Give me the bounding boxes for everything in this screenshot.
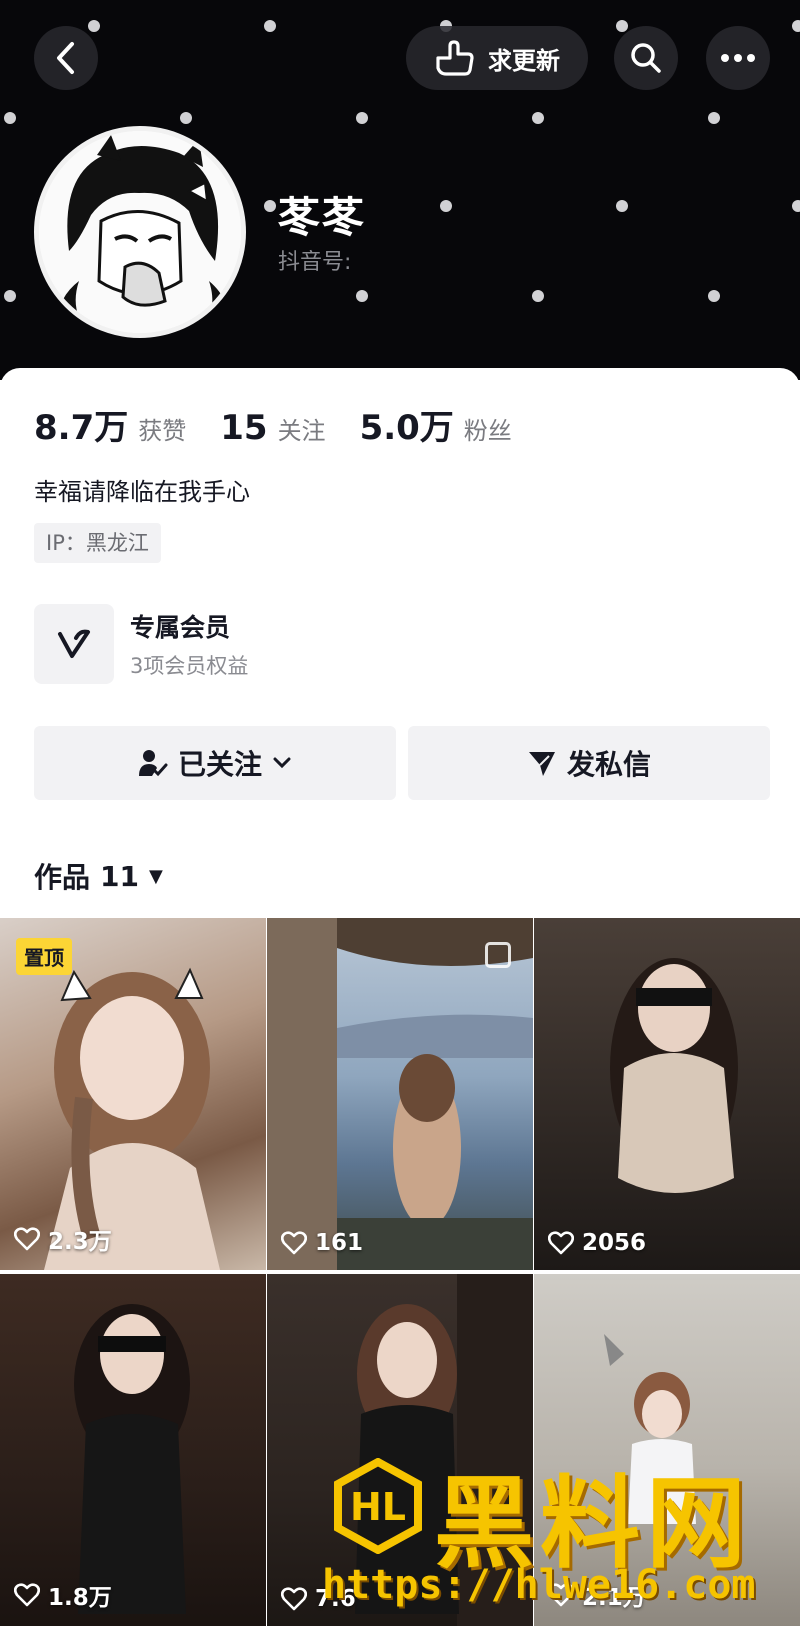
- back-button[interactable]: [34, 26, 98, 90]
- works-tab-label: 作品: [34, 861, 91, 894]
- tab-works[interactable]: 作品 11 ▼: [34, 856, 163, 896]
- video-tile[interactable]: 2056: [534, 918, 800, 1270]
- header-dot: [180, 112, 192, 124]
- likes-count-label: 2056: [582, 1230, 647, 1256]
- header-dot: [88, 20, 100, 32]
- likes-count-label: 1.8万: [48, 1585, 112, 1611]
- send-message-button[interactable]: 发私信: [408, 726, 770, 800]
- avatar-illustration: [39, 131, 241, 333]
- chevron-down-icon: [273, 757, 291, 769]
- works-count: 11: [100, 859, 139, 893]
- heart-icon: [281, 1587, 307, 1611]
- watermark-url: https://hlwe16.com: [322, 1562, 756, 1608]
- video-thumbnail: [267, 918, 533, 1270]
- ip-location-tag: IP：黑龙江: [34, 523, 161, 563]
- watermark-logo-text: HL: [350, 1485, 406, 1529]
- followed-button[interactable]: 已关注: [34, 726, 396, 800]
- send-message-label: 发私信: [566, 748, 651, 781]
- header-dot: [264, 20, 276, 32]
- heart-icon: [14, 1227, 40, 1251]
- profile-header: 求更新 苳苳 抖音号:: [0, 0, 800, 380]
- watermark-logo-icon: HL: [334, 1458, 422, 1554]
- header-dot: [792, 200, 800, 212]
- search-icon: [631, 43, 661, 73]
- header-dot: [532, 290, 544, 302]
- followers-count[interactable]: 5.0万: [360, 400, 454, 449]
- membership-title[interactable]: 专属会员: [130, 608, 230, 644]
- heart-icon: [14, 1583, 40, 1607]
- pinned-badge: 置顶: [16, 938, 72, 975]
- likes-count-label: 161: [315, 1230, 364, 1256]
- header-dot: [792, 20, 800, 32]
- request-update-label: 求更新: [488, 46, 560, 75]
- paper-plane-icon: [528, 752, 555, 776]
- followers-label[interactable]: 粉丝: [464, 411, 512, 446]
- select-checkbox[interactable]: [485, 942, 511, 968]
- chevron-left-icon: [57, 42, 74, 74]
- membership-subtitle: 3项会员权益: [130, 654, 249, 678]
- heart-icon: [281, 1231, 307, 1255]
- video-thumbnail: [74, 1304, 190, 1614]
- caret-down-icon: ▼: [148, 865, 163, 887]
- search-button[interactable]: [614, 26, 678, 90]
- likes-count-label: 2.3万: [48, 1229, 112, 1255]
- likes-label: 获赞: [138, 417, 187, 445]
- tile-likes: 2.3万: [14, 1222, 112, 1256]
- pointing-hand-icon: [436, 40, 474, 76]
- following-label[interactable]: 关注: [278, 411, 326, 446]
- douyin-id-label: 抖音号:: [278, 250, 352, 275]
- request-update-button[interactable]: 求更新: [406, 26, 588, 90]
- likes-count: 8.7万: [34, 408, 129, 448]
- header-dot: [708, 112, 720, 124]
- video-thumbnail: [610, 958, 738, 1193]
- video-tile[interactable]: 161: [267, 918, 533, 1270]
- video-tile[interactable]: 1.8万: [0, 1274, 266, 1626]
- header-dot: [4, 112, 16, 124]
- membership-button[interactable]: [34, 604, 114, 684]
- nickname: 苳苳: [278, 193, 367, 242]
- header-dot: [616, 200, 628, 212]
- watermark: HL 黑料网 https://hlwe16.com: [322, 1458, 800, 1628]
- header-dot: [264, 200, 276, 212]
- avatar[interactable]: [34, 126, 246, 338]
- header-dot: [4, 290, 16, 302]
- tile-likes: 161: [281, 1230, 363, 1256]
- heart-icon: [548, 1231, 574, 1255]
- header-dot: [532, 112, 544, 124]
- more-button[interactable]: [706, 26, 770, 90]
- user-check-icon: [138, 750, 168, 777]
- tile-likes: 2056: [548, 1230, 646, 1256]
- header-dot: [440, 200, 452, 212]
- tile-likes: 1.8万: [14, 1578, 112, 1612]
- bio-text: 幸福请降临在我手心: [34, 478, 250, 506]
- header-dot: [356, 290, 368, 302]
- following-count[interactable]: 15: [220, 408, 267, 448]
- header-dot: [708, 290, 720, 302]
- video-tile[interactable]: 置顶 2.3万: [0, 918, 266, 1270]
- more-dots-icon: [721, 54, 755, 62]
- membership-v-icon: [58, 629, 90, 658]
- header-dot: [356, 112, 368, 124]
- header-dot: [616, 20, 628, 32]
- profile-card: 8.7万 获赞 15 关注 5.0万 粉丝 幸福请降临在我手心 IP：黑龙江 专…: [0, 368, 800, 918]
- stats-row: 8.7万 获赞 15 关注 5.0万 粉丝: [34, 400, 546, 449]
- followed-label: 已关注: [177, 748, 262, 781]
